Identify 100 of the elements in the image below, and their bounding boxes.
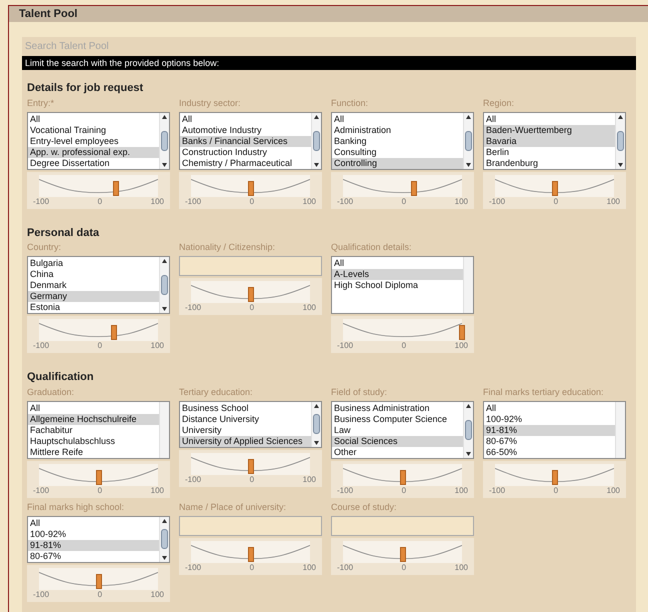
scroll-thumb[interactable] <box>465 130 472 150</box>
slider-thumb[interactable] <box>113 180 120 196</box>
list-box[interactable]: All Administration Banking Consulting Controlling <box>331 112 474 170</box>
slider-track[interactable] <box>191 281 310 303</box>
list-option[interactable]: Banking <box>332 136 463 146</box>
input-field[interactable] <box>331 516 474 536</box>
slider-thumb[interactable] <box>96 470 102 484</box>
list-option[interactable]: Berlin <box>484 146 615 158</box>
scroll-down-icon[interactable] <box>162 556 167 560</box>
scroll-thumb[interactable] <box>465 420 472 440</box>
list-box[interactable]: All Allgemeine Hochschulreife Fachabitur Hauptschulabschluss Mittlere Reife <box>27 400 170 458</box>
scroll-down-icon[interactable] <box>162 162 167 166</box>
list-option[interactable]: All <box>332 258 463 269</box>
scroll-up-icon[interactable] <box>162 259 167 263</box>
scroll-thumb[interactable] <box>617 130 624 150</box>
list-box[interactable]: All Automotive Industry Banks / Financial Services Construction Industry Chemistry / Pharmaceutical <box>179 112 322 170</box>
scroll-thumb[interactable] <box>161 130 168 150</box>
slider-thumb[interactable] <box>400 470 406 484</box>
slider-thumb[interactable] <box>400 546 406 562</box>
scrollbar[interactable] <box>615 402 625 458</box>
list-box[interactable]: Business School Distance University University University of Applied Sciences <box>179 400 322 448</box>
list-option[interactable]: All <box>28 114 159 124</box>
list-option[interactable]: Mittlere Reife <box>28 446 159 458</box>
input-field[interactable] <box>179 256 322 276</box>
list-option[interactable]: 66-50% <box>484 446 615 458</box>
slider-track[interactable] <box>39 464 158 486</box>
list-option[interactable]: Business School <box>180 402 311 414</box>
list-option[interactable]: Denmark <box>28 280 159 291</box>
list-option[interactable]: Allgemeine Hochschulreife <box>28 414 159 424</box>
list-option[interactable]: Chemistry / Pharmaceutical <box>180 158 311 168</box>
list-option[interactable]: China <box>28 269 159 280</box>
list-option[interactable]: Brandenburg <box>484 158 615 168</box>
list-option[interactable]: App. w. professional exp. <box>28 146 159 158</box>
list-option[interactable]: 91-81% <box>28 540 159 550</box>
scroll-down-icon[interactable] <box>618 162 623 166</box>
scroll-down-icon[interactable] <box>314 440 319 444</box>
list-option[interactable]: Germany <box>28 291 159 302</box>
list-option[interactable]: All <box>28 518 159 528</box>
slider-track[interactable] <box>191 452 310 474</box>
list-box[interactable]: Bulgaria China Denmark Germany Estonia <box>27 256 170 314</box>
scroll-thumb[interactable] <box>161 275 168 295</box>
scrollbar[interactable] <box>615 112 625 168</box>
list-option[interactable]: Business Computer Science <box>332 414 463 424</box>
list-option[interactable]: All <box>484 114 615 124</box>
slider-track[interactable] <box>39 568 158 590</box>
list-option[interactable]: Bulgaria <box>28 258 159 269</box>
scroll-up-icon[interactable] <box>466 404 471 408</box>
scrollbar[interactable] <box>159 402 169 458</box>
scrollbar[interactable] <box>463 402 473 458</box>
list-option[interactable]: All <box>28 402 159 414</box>
slider-thumb[interactable] <box>248 458 254 474</box>
list-option[interactable]: Social Sciences <box>332 436 463 446</box>
slider-track[interactable] <box>39 174 158 196</box>
list-option[interactable]: Hauptschulabschluss <box>28 436 159 446</box>
list-option[interactable]: 80-67% <box>484 436 615 446</box>
list-box[interactable]: All A-Levels High School Diploma <box>331 256 474 314</box>
list-option[interactable]: Estonia <box>28 302 159 313</box>
list-option[interactable]: 80-67% <box>28 550 159 562</box>
scroll-up-icon[interactable] <box>618 114 623 118</box>
list-box[interactable]: All Baden-Wuerttemberg Bavaria Berlin Brandenburg <box>483 112 626 170</box>
scroll-up-icon[interactable] <box>314 404 319 408</box>
slider-thumb[interactable] <box>411 180 418 196</box>
slider-track[interactable] <box>191 540 310 562</box>
scroll-thumb[interactable] <box>313 130 320 150</box>
slider-track[interactable] <box>343 319 462 341</box>
scroll-up-icon[interactable] <box>466 114 471 118</box>
scrollbar[interactable] <box>311 112 321 168</box>
list-option[interactable]: Degree Dissertation <box>28 158 159 168</box>
list-option[interactable]: Fachabitur <box>28 424 159 436</box>
list-option[interactable]: All <box>332 114 463 124</box>
slider-thumb[interactable] <box>110 325 117 340</box>
slider-track[interactable] <box>343 464 462 486</box>
slider-thumb[interactable] <box>248 546 254 562</box>
slider-track[interactable] <box>343 174 462 196</box>
list-option[interactable]: University <box>180 424 311 436</box>
list-box[interactable]: All Vocational Training Entry-level employees App. w. professional exp. Degree Dissertation <box>27 112 170 170</box>
scroll-down-icon[interactable] <box>466 452 471 456</box>
list-box[interactable]: All 100-92% 91-81% 80-67% <box>27 516 170 562</box>
scrollbar[interactable] <box>463 257 473 313</box>
list-box[interactable]: All 100-92% 91-81% 80-67% 66-50% <box>483 400 626 458</box>
scroll-thumb[interactable] <box>161 529 168 549</box>
scroll-down-icon[interactable] <box>162 307 167 311</box>
list-option[interactable]: 100-92% <box>28 528 159 540</box>
list-option[interactable]: Vocational Training <box>28 124 159 136</box>
scroll-up-icon[interactable] <box>162 518 167 522</box>
list-option[interactable]: Consulting <box>332 146 463 158</box>
slider-track[interactable] <box>495 174 614 196</box>
list-option[interactable]: Distance University <box>180 414 311 424</box>
list-box[interactable]: Business Administration Business Computer Science Law Social Sciences Other <box>331 400 474 458</box>
scroll-up-icon[interactable] <box>162 114 167 118</box>
slider-thumb[interactable] <box>552 470 558 484</box>
list-option[interactable]: Automotive Industry <box>180 124 311 136</box>
list-option[interactable]: 91-81% <box>484 424 615 436</box>
list-option[interactable]: High School Diploma <box>332 280 463 291</box>
list-option[interactable]: Business Administration <box>332 402 463 414</box>
slider-track[interactable] <box>343 540 462 562</box>
list-option[interactable]: Law <box>332 424 463 436</box>
list-option[interactable]: Baden-Wuerttemberg <box>484 124 615 136</box>
scrollbar[interactable] <box>159 112 169 168</box>
list-option[interactable]: All <box>484 402 615 414</box>
